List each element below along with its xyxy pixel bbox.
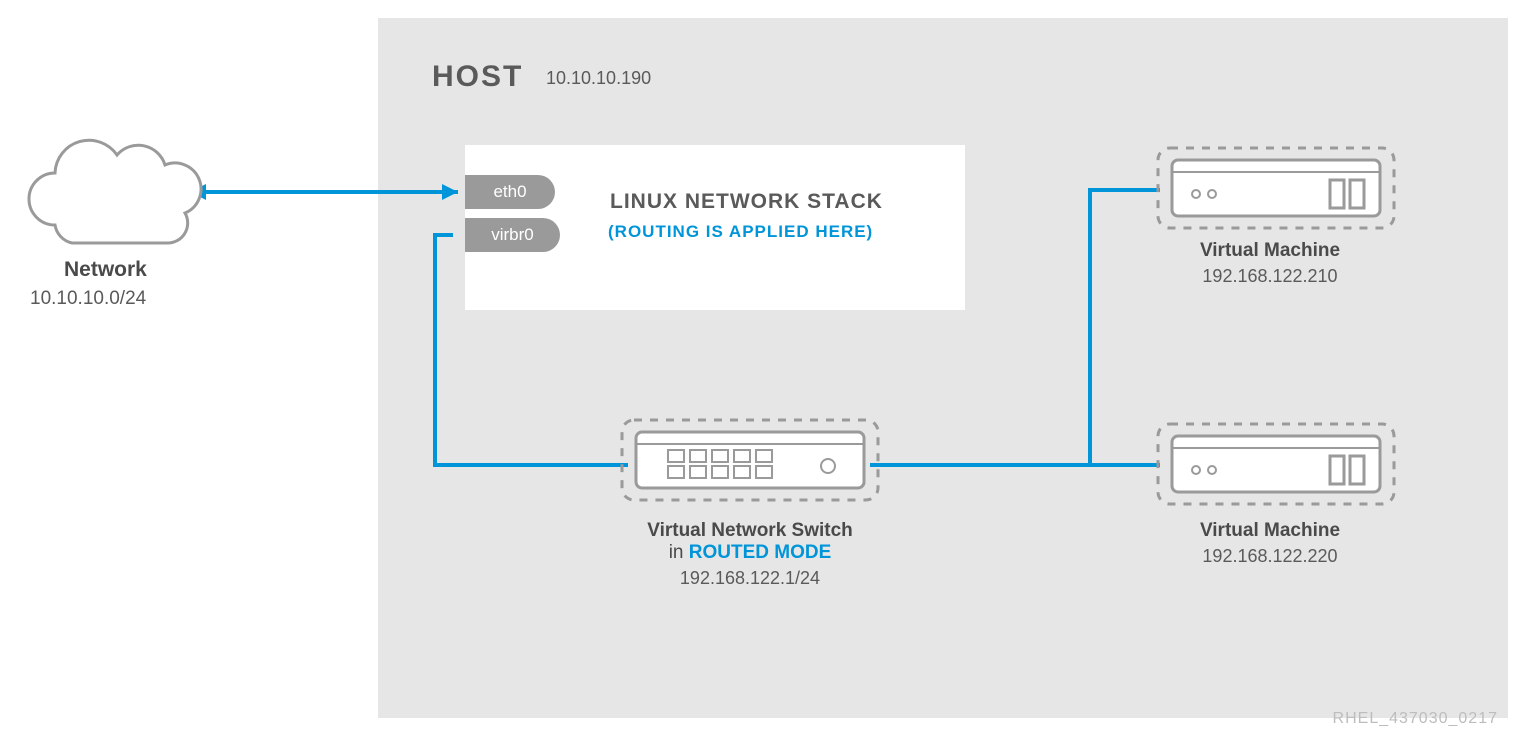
- vm2-label-group: Virtual Machine 192.168.122.220: [1150, 520, 1390, 567]
- switch-ip: 192.168.122.1/24: [605, 568, 895, 589]
- external-network-subnet: 10.10.10.0/24: [30, 288, 146, 310]
- vm1-label-group: Virtual Machine 192.168.122.210: [1150, 240, 1390, 287]
- vm1-label: Virtual Machine: [1150, 240, 1390, 262]
- vm2-ip: 192.168.122.220: [1150, 546, 1390, 567]
- interface-virbr0: virbr0: [465, 218, 560, 252]
- host-ip: 10.10.10.190: [546, 68, 651, 89]
- virtual-switch-label: Virtual Network Switch in ROUTED MODE 19…: [605, 520, 895, 589]
- switch-label-mode: ROUTED MODE: [689, 542, 832, 563]
- host-title: HOST: [432, 60, 523, 94]
- switch-label-prefix: in: [669, 542, 689, 563]
- stack-subtitle: (ROUTING IS APPLIED HERE): [608, 222, 873, 242]
- external-network-label: Network: [64, 258, 147, 282]
- diagram-id: RHEL_437030_0217: [1333, 710, 1498, 728]
- switch-label-line1: Virtual Network Switch: [605, 520, 895, 542]
- interface-eth0: eth0: [465, 175, 555, 209]
- vm2-label: Virtual Machine: [1150, 520, 1390, 542]
- host-container: HOST 10.10.10.190: [378, 18, 1508, 718]
- vm1-ip: 192.168.122.210: [1150, 266, 1390, 287]
- stack-title: LINUX NETWORK STACK: [610, 190, 883, 214]
- cloud-icon: [29, 140, 201, 243]
